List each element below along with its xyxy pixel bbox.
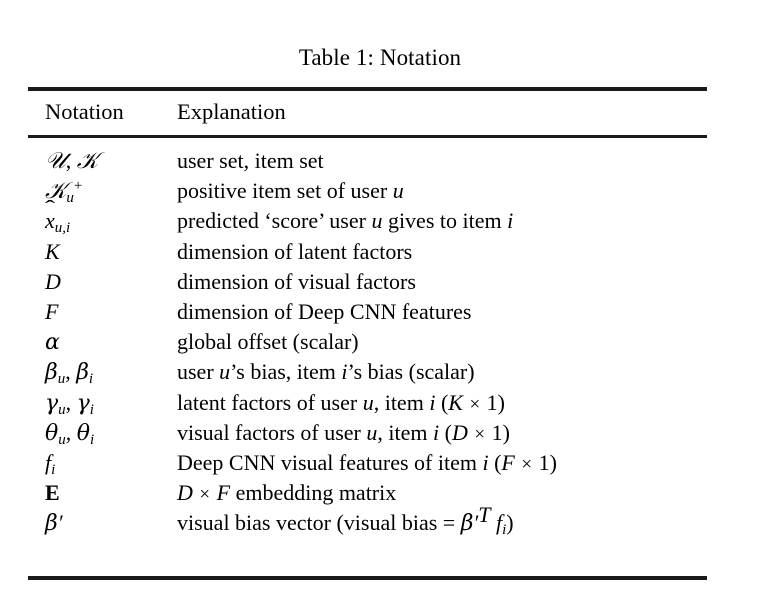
row-notation-symbol: fi <box>45 449 56 479</box>
row-notation-symbol: βu, βi <box>45 359 94 388</box>
row-notation-symbol: θu, θi <box>45 419 95 448</box>
table-row: F dimension of Deep CNN features <box>0 297 760 327</box>
table-row: γu, γi latent factors of user u, item i … <box>0 388 760 418</box>
table-row: fi Deep CNN visual features of item i (F… <box>0 448 760 478</box>
row-notation-symbol: F <box>45 298 59 324</box>
row-notation-symbol: K <box>45 238 60 264</box>
row-notation-symbol: 𝒰, 𝒦 <box>45 148 99 174</box>
row-notation-symbol: γu, γi <box>45 389 94 418</box>
row-explanation: global offset (scalar) <box>177 329 359 355</box>
table-body: 𝒰, 𝒦 user set, item set 𝒦u+ positive ite… <box>0 146 760 538</box>
column-header-explanation: Explanation <box>177 99 286 124</box>
row-explanation: visual factors of user u, item i (D × 1) <box>177 419 510 445</box>
table-row: 𝒦u+ positive item set of user u <box>0 176 760 206</box>
row-explanation: Deep CNN visual features of item i (F × … <box>177 449 557 475</box>
table-row: E D × F embedding matrix <box>0 478 760 508</box>
row-notation-symbol: D <box>45 268 61 294</box>
table-row: K dimension of latent factors <box>0 237 760 267</box>
row-notation-symbol: α <box>45 330 60 356</box>
row-notation-symbol: 𝒦u+ <box>45 178 83 207</box>
table-caption: Table 1: Notation <box>298 45 462 70</box>
table-row: D dimension of visual factors <box>0 267 760 297</box>
row-explanation: dimension of latent factors <box>177 238 413 264</box>
row-notation-symbol: E <box>45 480 60 506</box>
row-explanation: positive item set of user u <box>177 178 404 204</box>
table-row: θu, θi visual factors of user u, item i … <box>0 418 760 448</box>
table-row: α global offset (scalar) <box>0 327 760 357</box>
row-explanation: D × F embedding matrix <box>177 480 397 506</box>
row-notation-symbol: ̂xu,i <box>45 208 71 237</box>
notation-table-figure: Table 1: Notation Notation Explanation 𝒰… <box>0 0 760 604</box>
table-rule-middle <box>28 135 707 138</box>
table-row: ̂xu,i predicted ‘score’ user u gives to … <box>0 206 760 236</box>
row-explanation: user u’s bias, item i’s bias (scalar) <box>177 359 475 385</box>
row-explanation: predicted ‘score’ user u gives to item i <box>177 208 514 234</box>
row-explanation: dimension of visual factors <box>177 268 416 294</box>
row-explanation: visual bias vector (visual bias = β′T fi… <box>177 502 514 539</box>
table-row: β′ visual bias vector (visual bias = β′T… <box>0 502 760 539</box>
column-header-notation: Notation <box>45 99 124 124</box>
row-explanation: latent factors of user u, item i (K × 1) <box>177 389 505 415</box>
table-rule-top <box>28 87 707 91</box>
row-notation-symbol: β′ <box>45 510 63 537</box>
table-row: βu, βi user u’s bias, item i’s bias (sca… <box>0 357 760 387</box>
table-header-row: Notation Explanation <box>0 97 760 131</box>
table-rule-bottom <box>28 576 707 580</box>
table-row: 𝒰, 𝒦 user set, item set <box>0 146 760 176</box>
row-explanation: user set, item set <box>177 148 324 173</box>
row-explanation: dimension of Deep CNN features <box>177 298 472 324</box>
